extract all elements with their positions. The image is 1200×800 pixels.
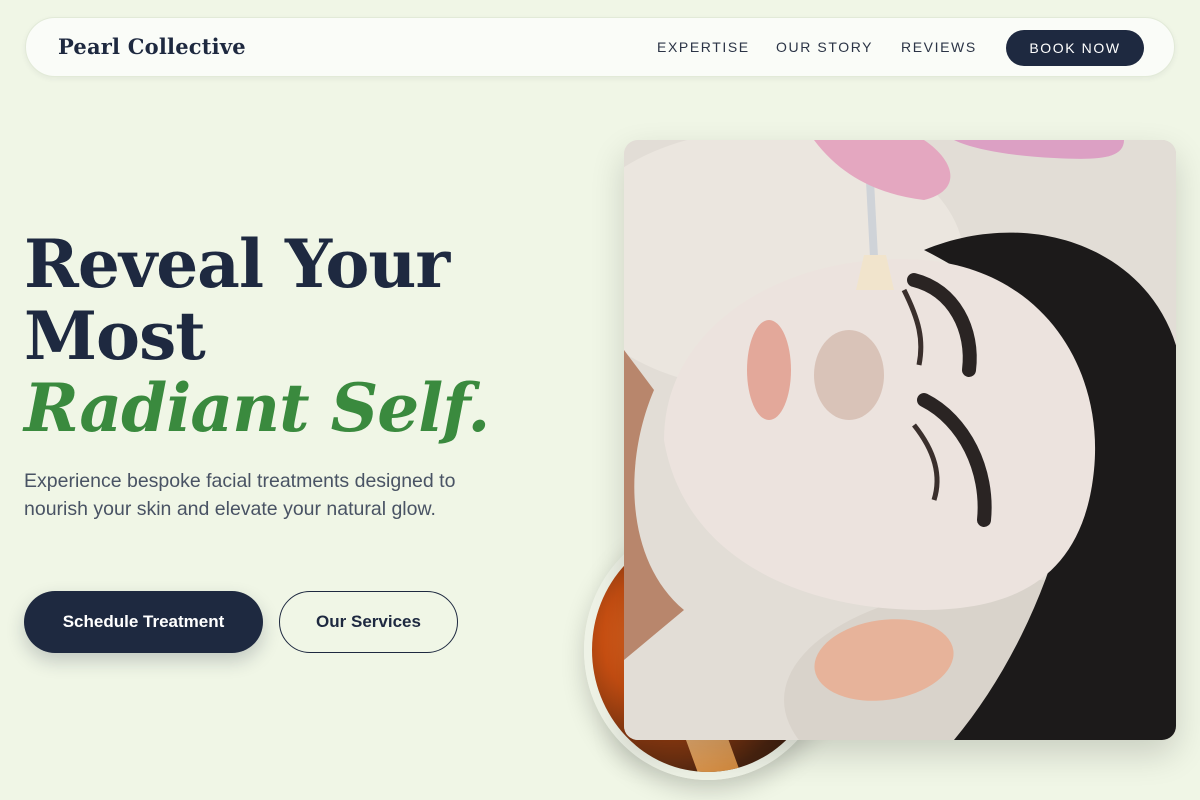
hero-subtitle: Experience bespoke facial treatments des…: [24, 470, 456, 520]
hero-title-line-1: Reveal Your: [24, 225, 450, 303]
facial-treatment-photo: [624, 140, 1176, 740]
facial-treatment-illustration: [624, 140, 1176, 740]
our-services-button[interactable]: Our Services: [279, 591, 458, 653]
book-now-button[interactable]: BOOK NOW: [1006, 30, 1144, 66]
brand-logo[interactable]: Pearl Collective: [58, 34, 246, 59]
nav-link-expertise[interactable]: EXPERTISE: [657, 39, 750, 55]
nav-link-reviews[interactable]: REVIEWS: [901, 39, 977, 55]
hero-title-accent: Radiant Self.: [24, 369, 490, 447]
page: Pearl Collective EXPERTISE OUR STORY REV…: [0, 0, 1200, 800]
hero-title-line-2: Most: [24, 297, 206, 375]
schedule-treatment-button[interactable]: Schedule Treatment: [24, 591, 263, 653]
top-navbar: Pearl Collective EXPERTISE OUR STORY REV…: [25, 17, 1175, 77]
nav-link-our-story[interactable]: OUR STORY: [776, 39, 873, 55]
hero-title: Reveal Your Most Radiant Self.: [24, 228, 584, 444]
